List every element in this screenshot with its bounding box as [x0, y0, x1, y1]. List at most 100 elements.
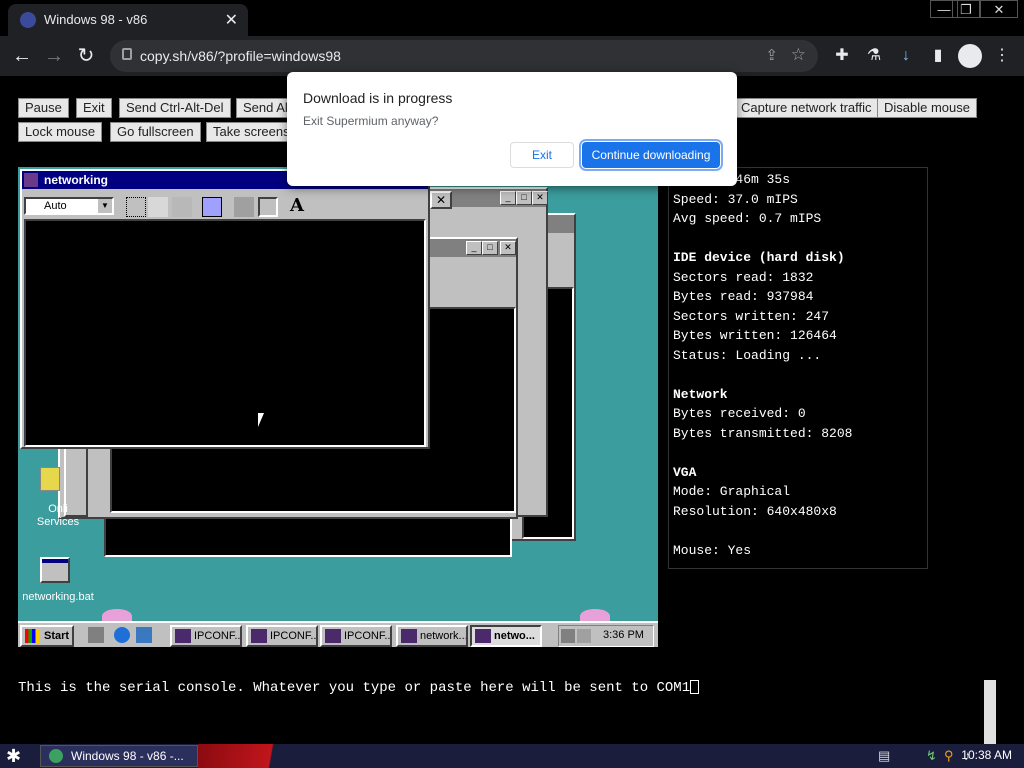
- emulator-screen[interactable]: _ □ ✕ _ □ ✕ Onli Services networking.bat…: [18, 167, 658, 647]
- windows-logo-icon: [25, 629, 39, 643]
- mouse-cursor-icon: [258, 413, 264, 427]
- dialog-title: Download is in progress: [303, 90, 453, 106]
- close-window-button[interactable]: ✕: [980, 0, 1018, 18]
- emulator-stats-panel: Uptime: 46m 35sSpeed: 37.0 mIPSAvg speed…: [668, 167, 928, 569]
- maximize-icon[interactable]: □: [482, 241, 498, 255]
- taskbar-item-networking-active[interactable]: netwo...: [470, 625, 542, 647]
- network-tray-icon[interactable]: ↯: [926, 748, 937, 764]
- keyboard-tray-icon[interactable]: ▤: [878, 748, 890, 764]
- online-services-label: Onli Services: [36, 503, 80, 528]
- background-icon[interactable]: [258, 197, 278, 217]
- dropdown-arrow-icon[interactable]: ▼: [98, 199, 112, 213]
- search-tray-icon[interactable]: ⚲: [944, 748, 954, 764]
- networking-window[interactable]: networking Auto ▼ A: [20, 169, 430, 449]
- stats-line: Mouse: Yes: [673, 542, 752, 558]
- serial-console-text: This is the serial console. Whatever you…: [18, 680, 691, 696]
- networking-window-title: networking: [44, 173, 109, 187]
- browser-toolbar: ← → ↻ copy.sh/v86/?profile=windows98 ⇪ ☆…: [0, 36, 1024, 76]
- msdos-icon: [325, 629, 341, 643]
- os-start-icon[interactable]: ✱: [6, 746, 21, 767]
- pause-button[interactable]: Pause: [18, 98, 69, 118]
- os-clock: 10:38 AM: [961, 748, 1012, 762]
- download-icon[interactable]: ↓: [892, 42, 920, 70]
- serial-console[interactable]: This is the serial console. Whatever you…: [18, 680, 996, 744]
- address-bar[interactable]: copy.sh/v86/?profile=windows98 ⇪ ☆: [110, 40, 818, 72]
- tab-title: Windows 98 - v86: [44, 12, 148, 27]
- restore-button[interactable]: ❐: [952, 0, 980, 18]
- send-alt-tab-button[interactable]: Send Al: [236, 98, 292, 118]
- quicklaunch-ie-icon[interactable]: [114, 627, 130, 643]
- bookmark-star-icon[interactable]: ☆: [791, 45, 806, 65]
- browser-tab[interactable]: Windows 98 - v86 ✕: [8, 4, 248, 36]
- disable-mouse-button[interactable]: Disable mouse: [877, 98, 977, 118]
- font-icon[interactable]: A: [286, 195, 308, 217]
- os-taskbar: ✱ Windows 98 - v86 -... ▤ ↯ ⚲ ♪ 10:38 AM: [0, 744, 1024, 768]
- stats-line: Mode: Graphical: [673, 484, 791, 499]
- quicklaunch-desktop-icon[interactable]: [88, 627, 104, 643]
- font-size-select[interactable]: Auto ▼: [24, 197, 114, 215]
- extensions-icon[interactable]: ✚: [828, 42, 856, 70]
- stats-line: Bytes transmitted: 8208: [673, 425, 853, 441]
- take-screenshot-button[interactable]: Take screens: [206, 122, 292, 142]
- capture-network-traffic-button[interactable]: Capture network traffic: [734, 98, 879, 118]
- networking-bat-label: networking.bat: [22, 591, 94, 603]
- download-in-progress-dialog: Download is in progress Exit Supermium a…: [287, 72, 737, 186]
- msdos-icon: [251, 629, 267, 643]
- start-button[interactable]: Start: [20, 625, 74, 647]
- msdos-icon: [175, 629, 191, 643]
- close-icon[interactable]: ✕: [532, 191, 548, 205]
- browser-titlebar: Windows 98 - v86 ✕ — ❐ ✕: [0, 0, 1024, 36]
- minimize-icon[interactable]: _: [466, 241, 482, 255]
- close-icon[interactable]: ✕: [500, 241, 516, 255]
- tab-close-icon[interactable]: ✕: [225, 10, 238, 30]
- exit-button[interactable]: Exit: [76, 98, 112, 118]
- close-icon[interactable]: ✕: [430, 191, 452, 209]
- send-ctrl-alt-del-button[interactable]: Send Ctrl-Alt-Del: [119, 98, 231, 118]
- paste-icon[interactable]: [172, 197, 192, 217]
- msdos-icon: [401, 629, 417, 643]
- mark-icon[interactable]: [126, 197, 146, 217]
- quicklaunch-channels-icon[interactable]: [136, 627, 152, 643]
- tab-favicon-icon: [20, 12, 36, 28]
- menu-kebab-icon[interactable]: ⋮: [988, 42, 1016, 70]
- online-services-icon[interactable]: [40, 467, 60, 491]
- properties-icon[interactable]: [234, 197, 254, 217]
- reload-icon[interactable]: ↻: [72, 42, 100, 70]
- volume-tray-icon[interactable]: [577, 629, 591, 643]
- forward-arrow-icon[interactable]: →: [40, 42, 68, 70]
- lock-mouse-button[interactable]: Lock mouse: [18, 122, 103, 142]
- maximize-icon[interactable]: □: [516, 191, 532, 205]
- dialog-exit-button[interactable]: Exit: [510, 142, 574, 168]
- profile-avatar-icon[interactable]: [958, 44, 982, 68]
- taskbar-item-network[interactable]: network...: [396, 625, 468, 647]
- stats-line: Resolution: 640x480x8: [673, 503, 837, 519]
- taskbar-item-ipconfig-1[interactable]: IPCONF...: [170, 625, 242, 647]
- labs-flask-icon[interactable]: ⚗: [860, 42, 888, 70]
- share-icon[interactable]: ⇪: [765, 46, 778, 64]
- back-arrow-icon[interactable]: ←: [8, 42, 36, 70]
- stats-line: Bytes received: 0: [673, 406, 806, 421]
- network-tray-icon[interactable]: [561, 629, 575, 643]
- stats-line: Status: Loading ...: [673, 347, 822, 363]
- win98-clock: 3:36 PM: [603, 629, 644, 641]
- msdos-icon: [475, 629, 491, 643]
- serial-console-scrollbar[interactable]: [984, 680, 996, 744]
- stats-line: [673, 231, 923, 251]
- side-panel-icon[interactable]: ▮: [924, 42, 952, 70]
- system-tray: 3:36 PM: [558, 625, 654, 647]
- stats-line: Bytes read: 937984: [673, 289, 814, 304]
- os-taskbar-item-browser[interactable]: Windows 98 - v86 -...: [40, 745, 198, 767]
- minimize-icon[interactable]: _: [500, 191, 516, 205]
- dialog-continue-downloading-button[interactable]: Continue downloading: [579, 139, 723, 171]
- go-fullscreen-button[interactable]: Go fullscreen: [110, 122, 201, 142]
- stats-line: VGA: [673, 464, 697, 480]
- console-output[interactable]: [24, 219, 426, 447]
- copy-icon[interactable]: [148, 197, 168, 217]
- fullscreen-icon[interactable]: [202, 197, 222, 217]
- networking-bat-icon[interactable]: [40, 557, 70, 583]
- taskbar-item-ipconfig-3[interactable]: IPCONF...: [320, 625, 392, 647]
- stats-line: Sectors read: 1832: [673, 269, 814, 285]
- stats-line: Network: [673, 386, 728, 402]
- url-text: copy.sh/v86/?profile=windows98: [140, 48, 341, 64]
- taskbar-item-ipconfig-2[interactable]: IPCONF...: [246, 625, 318, 647]
